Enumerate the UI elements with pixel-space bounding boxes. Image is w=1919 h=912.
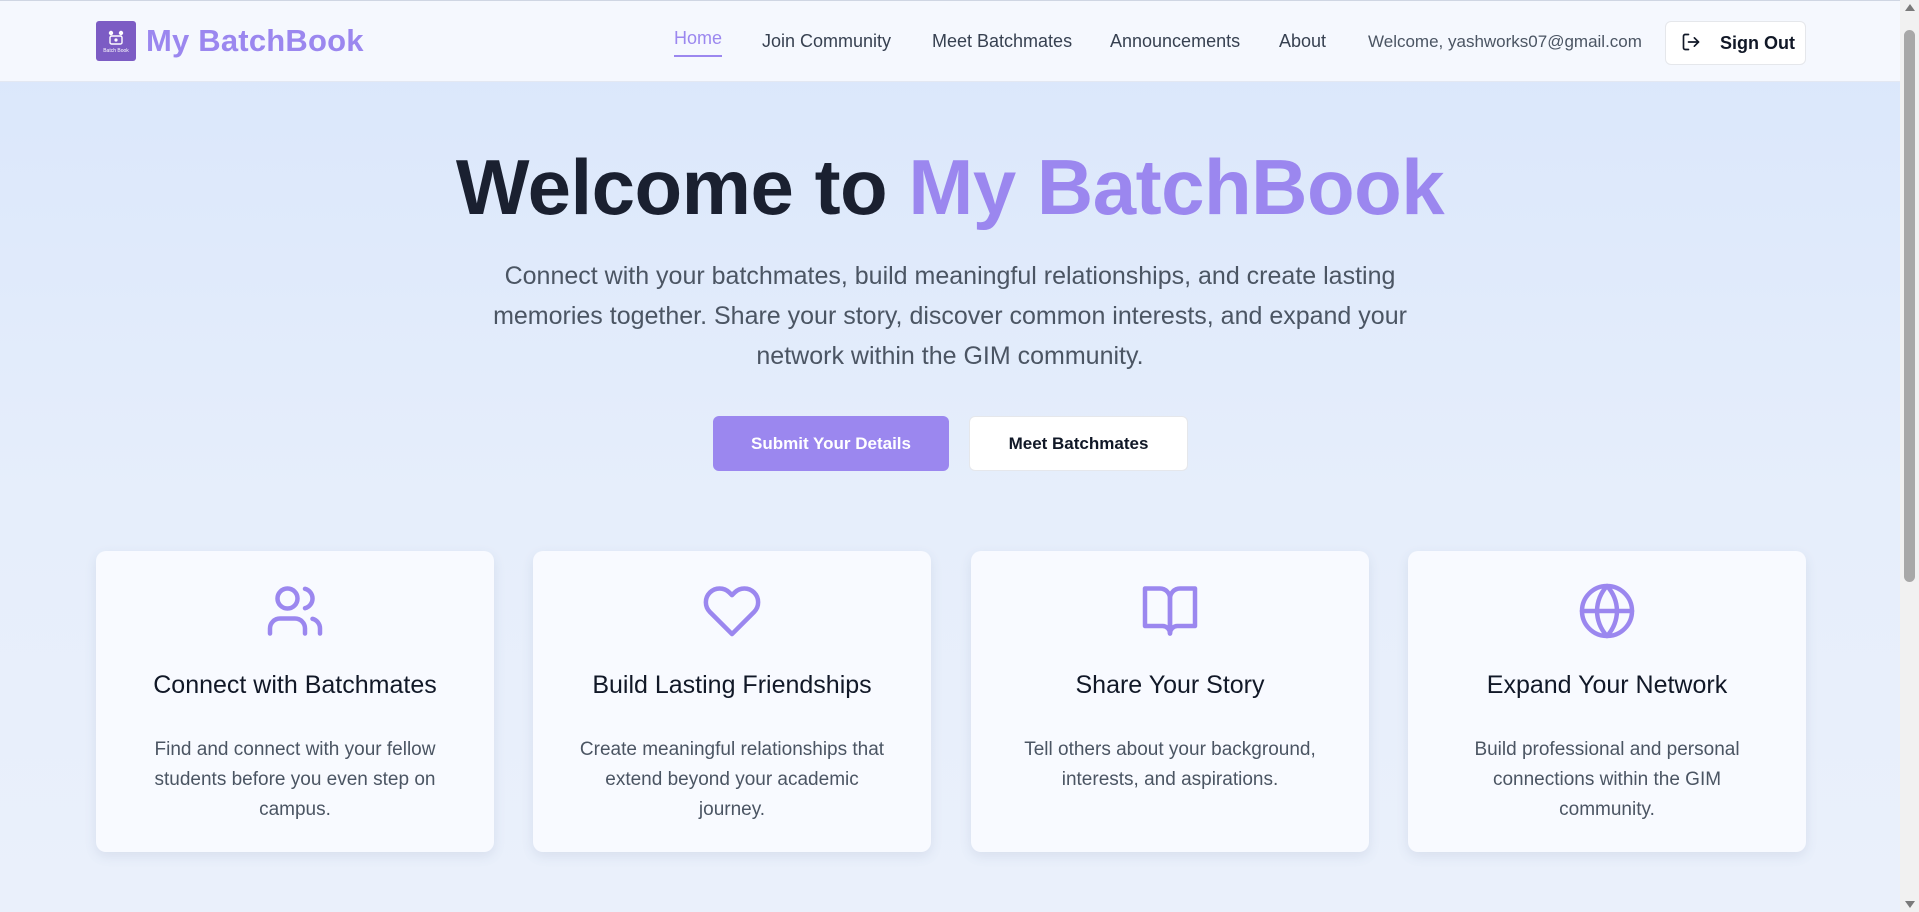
page: Batch Book My BatchBook Home Join Commun…: [0, 0, 1900, 912]
feature-card-connect: Connect with Batchmates Find and connect…: [96, 551, 494, 852]
card-title: Build Lasting Friendships: [592, 671, 872, 699]
card-title: Share Your Story: [1075, 671, 1265, 699]
card-description: Create meaningful relationships that ext…: [579, 739, 885, 820]
scrollbar-thumb[interactable]: [1904, 30, 1915, 582]
hero-title-brand: My BatchBook: [908, 143, 1445, 231]
hero-title: Welcome to My BatchBook: [0, 142, 1900, 233]
card-title: Connect with Batchmates: [153, 671, 437, 699]
book-open-icon: [1140, 581, 1200, 641]
card-title: Expand Your Network: [1486, 671, 1728, 699]
hero-subtitle: Connect with your batchmates, build mean…: [493, 262, 1407, 370]
heart-icon: [702, 581, 762, 641]
feature-card-story: Share Your Story Tell others about your …: [971, 551, 1369, 852]
users-icon: [265, 581, 325, 641]
scroll-up-arrow-icon[interactable]: [1905, 4, 1915, 11]
nav-about[interactable]: About: [1279, 31, 1326, 52]
card-description: Tell others about your background, inter…: [1024, 739, 1316, 790]
top-navbar: Batch Book My BatchBook Home Join Commun…: [0, 0, 1900, 82]
globe-icon: [1577, 581, 1637, 641]
scroll-down-arrow-icon[interactable]: [1905, 901, 1915, 908]
card-description: Find and connect with your fellow studen…: [154, 739, 436, 820]
sign-out-label: Sign Out: [1720, 32, 1795, 53]
submit-details-button[interactable]: Submit Your Details: [713, 416, 949, 471]
welcome-user-text: Welcome, yashworks07@gmail.com: [1368, 32, 1642, 51]
sign-out-icon: [1681, 32, 1701, 55]
nav-home[interactable]: Home: [674, 28, 723, 57]
vertical-scrollbar[interactable]: [1900, 0, 1919, 912]
nav-announcements[interactable]: Announcements: [1110, 31, 1240, 52]
feature-card-friendships: Build Lasting Friendships Create meaning…: [533, 551, 931, 852]
hero-title-prefix: Welcome to: [455, 143, 909, 231]
sign-out-button[interactable]: Sign Out: [1665, 21, 1806, 65]
nav-meet-batchmates[interactable]: Meet Batchmates: [932, 31, 1072, 52]
feature-card-network: Expand Your Network Build professional a…: [1408, 551, 1806, 852]
card-description: Build professional and personal connecti…: [1474, 739, 1740, 820]
nav-join-community[interactable]: Join Community: [762, 31, 891, 52]
meet-batchmates-button[interactable]: Meet Batchmates: [969, 416, 1188, 471]
